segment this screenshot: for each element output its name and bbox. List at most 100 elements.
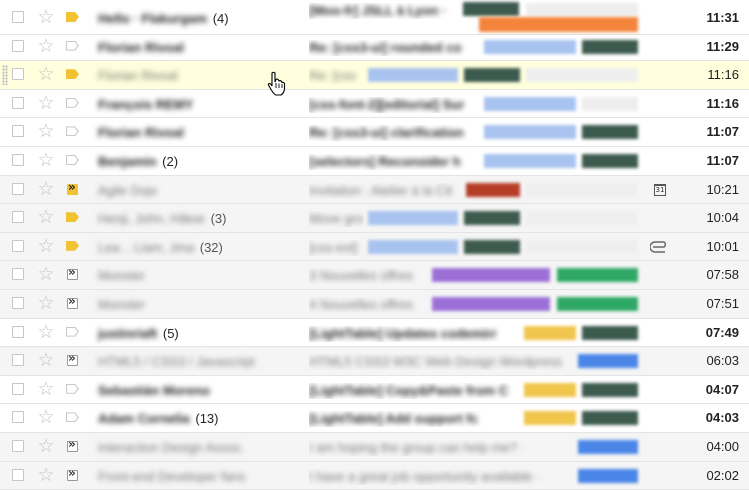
label-chip[interactable] bbox=[582, 411, 638, 426]
label-chip[interactable] bbox=[526, 3, 638, 16]
label-chip[interactable] bbox=[578, 440, 638, 454]
label-chip[interactable] bbox=[582, 39, 638, 54]
star-outline-icon[interactable]: ☆ bbox=[36, 350, 56, 370]
importance-marker-icon[interactable] bbox=[66, 97, 79, 108]
message-row[interactable]: ☆ Monster 4 Nouvelles offres 07:51 bbox=[0, 290, 749, 319]
importance-marker-icon[interactable] bbox=[67, 466, 78, 481]
importance-marker-icon[interactable] bbox=[67, 180, 78, 195]
importance-marker-icon[interactable] bbox=[66, 412, 79, 423]
select-checkbox[interactable] bbox=[12, 440, 24, 452]
star-outline-icon[interactable]: ☆ bbox=[36, 293, 56, 313]
select-checkbox[interactable] bbox=[12, 39, 24, 52]
label-chip[interactable] bbox=[464, 239, 520, 254]
label-chip[interactable] bbox=[582, 325, 638, 340]
select-checkbox[interactable] bbox=[12, 297, 24, 309]
star-outline-icon[interactable]: ☆ bbox=[36, 236, 56, 256]
select-checkbox[interactable] bbox=[12, 68, 24, 81]
label-chip[interactable] bbox=[484, 96, 576, 111]
message-row[interactable]: ☆ Adam Cornelia (13) [LightTable] Add supp… bbox=[0, 404, 749, 433]
label-chip[interactable] bbox=[524, 382, 576, 397]
importance-marker-icon[interactable] bbox=[67, 294, 78, 309]
label-chip[interactable] bbox=[578, 468, 638, 483]
drag-handle-icon[interactable] bbox=[2, 65, 8, 86]
message-row[interactable]: ☆ Florian Rivoal Re: [css 11:16 bbox=[0, 61, 749, 96]
message-row[interactable]: ☆ Florian Rivoal Re: [css3-ui] rounded co 1… bbox=[0, 33, 749, 62]
star-outline-icon[interactable]: ☆ bbox=[36, 150, 56, 170]
importance-marker-icon[interactable] bbox=[66, 383, 79, 394]
importance-marker-icon[interactable] bbox=[66, 69, 79, 80]
message-row[interactable]: ☆ Florian Rivoal Re: [css3-ui] clarificati… bbox=[0, 118, 749, 147]
label-chip[interactable] bbox=[368, 68, 458, 83]
label-chip[interactable] bbox=[578, 354, 638, 369]
select-checkbox[interactable] bbox=[12, 125, 24, 138]
select-checkbox[interactable] bbox=[12, 154, 24, 166]
label-chip[interactable] bbox=[479, 17, 638, 32]
label-chip[interactable] bbox=[464, 68, 520, 83]
select-checkbox[interactable] bbox=[12, 239, 24, 252]
label-chip[interactable] bbox=[582, 125, 638, 140]
message-row[interactable]: ☆ Hello · Flakurgam (4) [Moo-fr] JSLL à Ly… bbox=[0, 0, 749, 35]
label-chip[interactable] bbox=[524, 325, 576, 340]
select-checkbox[interactable] bbox=[12, 211, 24, 224]
star-outline-icon[interactable]: ☆ bbox=[36, 93, 56, 113]
label-chip[interactable] bbox=[582, 96, 638, 111]
star-outline-icon[interactable]: ☆ bbox=[36, 322, 56, 342]
star-outline-icon[interactable]: ☆ bbox=[36, 407, 56, 427]
message-row[interactable]: ☆ justinriaft (5) [LightTable] Updates cod… bbox=[0, 319, 749, 348]
message-row[interactable]: ☆ HTML5 / CSS3 / Javascript HTML5 CSS3 W3C… bbox=[0, 347, 749, 376]
importance-marker-icon[interactable] bbox=[67, 265, 78, 281]
star-outline-icon[interactable]: ☆ bbox=[36, 264, 56, 284]
label-chip[interactable] bbox=[484, 125, 576, 140]
label-chip[interactable] bbox=[484, 39, 576, 54]
message-row[interactable]: ☆ Interaction Design Assoc. I am hoping th… bbox=[0, 433, 749, 462]
select-checkbox[interactable] bbox=[12, 268, 24, 281]
star-outline-icon[interactable]: ☆ bbox=[36, 207, 56, 227]
label-chip[interactable] bbox=[526, 239, 638, 254]
message-row[interactable]: ☆ Front-end Developer fans I have a great … bbox=[0, 461, 749, 490]
importance-marker-icon[interactable] bbox=[66, 40, 79, 51]
label-chip[interactable] bbox=[464, 211, 520, 226]
select-checkbox[interactable] bbox=[12, 325, 24, 338]
select-checkbox[interactable] bbox=[12, 96, 24, 109]
select-checkbox[interactable] bbox=[12, 382, 24, 395]
label-chip[interactable] bbox=[524, 411, 576, 426]
star-outline-icon[interactable]: ☆ bbox=[36, 36, 56, 56]
label-chip[interactable] bbox=[557, 268, 638, 283]
label-chip[interactable] bbox=[582, 382, 638, 397]
star-outline-icon[interactable]: ☆ bbox=[36, 436, 56, 456]
select-checkbox[interactable] bbox=[12, 354, 24, 367]
importance-marker-icon[interactable] bbox=[66, 12, 79, 22]
label-chip[interactable] bbox=[582, 154, 638, 168]
importance-marker-icon[interactable] bbox=[67, 351, 78, 367]
label-chip[interactable] bbox=[526, 68, 638, 83]
star-outline-icon[interactable]: ☆ bbox=[36, 121, 56, 141]
label-chip[interactable] bbox=[526, 211, 638, 226]
star-outline-icon[interactable]: ☆ bbox=[36, 379, 56, 399]
importance-marker-icon[interactable] bbox=[67, 437, 78, 452]
select-checkbox[interactable] bbox=[12, 468, 24, 481]
importance-marker-icon[interactable] bbox=[66, 126, 79, 137]
label-chip[interactable] bbox=[526, 182, 638, 197]
importance-marker-icon[interactable] bbox=[66, 240, 79, 251]
label-chip[interactable] bbox=[463, 2, 519, 16]
star-outline-icon[interactable]: ☆ bbox=[36, 7, 56, 27]
message-row[interactable]: ☆ Agile Dojo Invitation : Atelier à la Cit… bbox=[0, 175, 749, 205]
message-row[interactable]: ☆ François REMY [css-font-2][editorial] Su… bbox=[0, 90, 749, 119]
message-row[interactable]: ☆ Sebastián Moreno [LightTable] Copy&Paste… bbox=[0, 376, 749, 405]
select-checkbox[interactable] bbox=[12, 411, 24, 424]
star-outline-icon[interactable]: ☆ bbox=[36, 64, 56, 84]
star-outline-icon[interactable]: ☆ bbox=[36, 179, 56, 199]
message-row[interactable]: ☆ Henji, John, Hâtoe (3) Move gro 10:04 bbox=[0, 204, 749, 233]
label-chip[interactable] bbox=[432, 297, 550, 311]
importance-marker-icon[interactable] bbox=[66, 326, 79, 337]
star-outline-icon[interactable]: ☆ bbox=[36, 465, 56, 485]
label-chip[interactable] bbox=[484, 154, 576, 168]
label-chip[interactable] bbox=[368, 211, 458, 226]
message-row[interactable]: ☆ Benjamin (2) [selectors] Reconsider h 11:… bbox=[0, 147, 749, 176]
label-chip[interactable] bbox=[557, 297, 638, 311]
select-checkbox[interactable] bbox=[12, 182, 24, 195]
label-chip[interactable] bbox=[432, 268, 550, 283]
message-row[interactable]: ☆ Lea .. Liam, Jma (32) [css-ext] 10:01 bbox=[0, 232, 749, 262]
importance-marker-icon[interactable] bbox=[66, 155, 79, 165]
select-checkbox[interactable] bbox=[12, 11, 24, 23]
